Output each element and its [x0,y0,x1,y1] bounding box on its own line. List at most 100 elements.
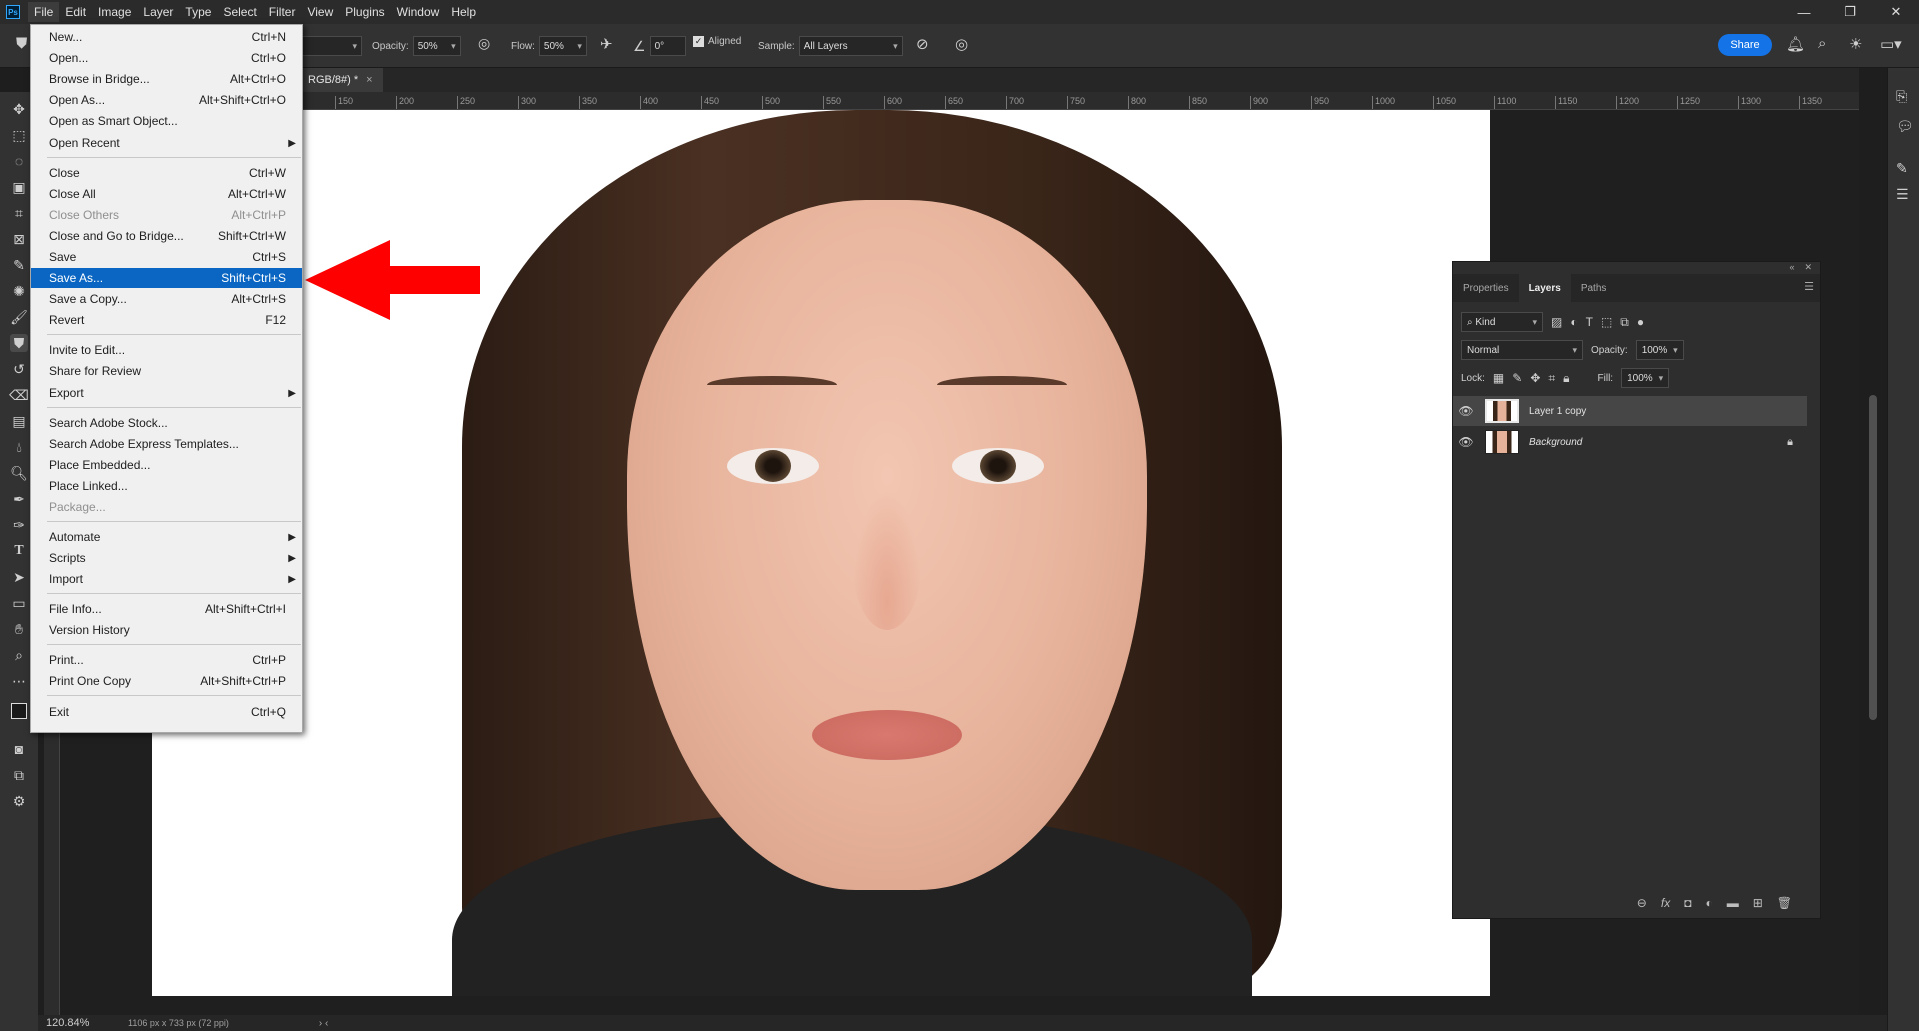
share-button[interactable]: Share [1718,34,1772,56]
menu-item-export[interactable]: Export ▶ [31,383,302,403]
close-panel-icon[interactable]: ✕ [1804,262,1812,274]
kind-filter-dropdown[interactable]: ⌕ Kind ▾ [1461,312,1543,332]
menu-item-exit[interactable]: Exit Ctrl+Q [31,702,302,722]
airbrush-icon[interactable]: ✈ [600,35,613,53]
lock-all-icon[interactable]: 🔒︎ [1563,371,1569,386]
restore-icon[interactable]: ❐ [1827,0,1873,24]
menu-item-print[interactable]: Print... Ctrl+P [31,650,302,670]
lasso-tool-icon[interactable]: ◌ [10,152,28,170]
menu-item-save-as[interactable]: Save As... Shift+Ctrl+S [31,268,302,288]
fill-input[interactable]: 100% ▾ [1621,368,1670,388]
menu-item-place-embedded[interactable]: Place Embedded... [31,455,302,475]
vertical-scrollbar[interactable] [1869,395,1877,720]
menu-item-place-linked[interactable]: Place Linked... [31,476,302,496]
aligned-checkbox[interactable]: ✓ Aligned [693,36,741,47]
menu-layer[interactable]: Layer [137,2,179,22]
brush-preset-dropdown[interactable]: ▾ [300,36,362,56]
menu-item-save[interactable]: Save Ctrl+S [31,247,302,267]
close-window-icon[interactable]: ✕ [1873,0,1919,24]
lock-artboard-icon[interactable]: ⌗ [1548,371,1555,386]
link-layers-icon[interactable]: ⊖ [1637,896,1647,910]
menu-type[interactable]: Type [179,2,217,22]
layer-row-background[interactable]: 👁︎ Background 🔒︎ [1453,427,1807,457]
menu-filter[interactable]: Filter [263,2,302,22]
blur-tool-icon[interactable]: 💧︎ [10,438,28,456]
clone-stamp-icon[interactable]: ⛊ [16,35,27,52]
menu-item-new[interactable]: New... Ctrl+N [31,27,302,47]
search-icon[interactable]: ⌕ [1818,35,1826,52]
lock-transparent-icon[interactable]: ▦ [1493,371,1504,385]
pressure-size-icon[interactable]: ◎ [955,35,968,53]
menu-item-version-history[interactable]: Version History [31,620,302,640]
dodge-tool-icon[interactable]: 🔍︎ [10,464,28,482]
screen-mode-icon[interactable]: ⧉ [10,766,28,784]
history-brush-icon[interactable]: ↺ [10,360,28,378]
menu-item-file-info[interactable]: File Info... Alt+Shift+Ctrl+I [31,599,302,619]
gradient-tool-icon[interactable]: ▤ [10,412,28,430]
shape-filter-icon[interactable]: ⬚ [1601,315,1612,329]
tab-paths[interactable]: Paths [1571,274,1617,302]
menu-file[interactable]: File [28,2,60,22]
menu-item-open-as[interactable]: Open As... Alt+Shift+Ctrl+O [31,90,302,110]
pen-tool-2-icon[interactable]: ✑ [10,516,28,534]
rectangle-tool-icon[interactable]: ▭ [10,594,28,612]
minimize-icon[interactable]: — [1781,0,1827,24]
menu-item-open[interactable]: Open... Ctrl+O [31,48,302,68]
fx-icon[interactable]: fx [1661,896,1670,910]
healing-brush-icon[interactable]: ✺ [10,282,28,300]
tab-layers[interactable]: Layers [1518,274,1571,302]
menu-view[interactable]: View [301,2,339,22]
clone-stamp-tool-icon[interactable]: ⛊ [10,334,28,352]
lock-position-icon[interactable]: ✥ [1530,371,1540,385]
menu-item-close-go-bridge[interactable]: Close and Go to Bridge... Shift+Ctrl+W [31,226,302,246]
bell-icon[interactable]: 🔔︎ [1786,35,1805,53]
hand-tool-icon[interactable]: ✋︎ [10,620,28,638]
menu-help[interactable]: Help [445,2,482,22]
menu-item-share-for-review[interactable]: Share for Review [31,361,302,381]
menu-item-automate[interactable]: Automate ▶ [31,527,302,547]
generative-icon[interactable]: ⚙ [10,792,28,810]
type-tool-icon[interactable]: T [10,542,28,560]
marquee-tool-icon[interactable]: ⬚ [10,126,28,144]
trash-icon[interactable]: 🗑︎ [1777,896,1792,910]
comments-panel-icon[interactable]: 💬︎ [1896,118,1914,135]
menu-item-search-adobe-stock[interactable]: Search Adobe Stock... [31,413,302,433]
menu-item-save-copy[interactable]: Save a Copy... Alt+Ctrl+S [31,289,302,309]
menu-item-open-smart-object[interactable]: Open as Smart Object... [31,111,302,131]
status-arrows[interactable]: › ‹ [319,1018,328,1029]
zoom-level[interactable]: 120.84% [46,1017,106,1029]
path-select-tool-icon[interactable]: ➤ [10,568,28,586]
crop-tool-icon[interactable]: ⌗ [10,204,28,222]
menu-item-scripts[interactable]: Scripts ▶ [31,548,302,568]
menu-plugins[interactable]: Plugins [339,2,390,22]
menu-item-open-recent[interactable]: Open Recent ▶ [31,133,302,153]
blend-mode-dropdown[interactable]: Normal ▾ [1461,340,1583,360]
pen-tool-icon[interactable]: ✒ [10,490,28,508]
brush-settings-icon[interactable]: ✎ [1896,160,1908,177]
adjustments-panel-icon[interactable]: ☰ [1896,186,1909,203]
pressure-opacity-icon[interactable]: ◎ [478,35,490,52]
menu-item-invite-to-edit[interactable]: Invite to Edit... [31,340,302,360]
visibility-eye-icon[interactable]: 👁︎ [1453,435,1479,449]
menu-image[interactable]: Image [92,2,137,22]
menu-item-import[interactable]: Import ▶ [31,569,302,589]
menu-item-close[interactable]: Close Ctrl+W [31,163,302,183]
eraser-tool-icon[interactable]: ⌫ [9,386,29,404]
menu-item-revert[interactable]: Revert F12 [31,310,302,330]
layer-row-layer-1-copy[interactable]: 👁︎ Layer 1 copy [1453,396,1807,426]
opacity-input[interactable]: 50% ▾ [412,36,461,56]
document-tab[interactable]: RGB/8#) * × [298,68,383,92]
close-tab-icon[interactable]: × [366,74,372,86]
zoom-tool-icon[interactable]: ⌕ [10,646,28,664]
workspace-icon[interactable]: ▭▾ [1880,35,1902,53]
filter-toggle-icon[interactable]: ● [1637,315,1644,329]
visibility-eye-icon[interactable]: 👁︎ [1453,404,1479,418]
add-mask-icon[interactable]: ◘ [1684,896,1691,910]
menu-window[interactable]: Window [391,2,446,22]
move-tool-icon[interactable]: ✥ [10,100,28,118]
menu-item-print-one-copy[interactable]: Print One Copy Alt+Shift+Ctrl+P [31,671,302,691]
new-group-icon[interactable]: ▬ [1727,896,1739,910]
menu-edit[interactable]: Edit [59,2,92,22]
foreground-color-swatch[interactable] [10,702,28,720]
type-filter-icon[interactable]: T [1586,315,1593,329]
